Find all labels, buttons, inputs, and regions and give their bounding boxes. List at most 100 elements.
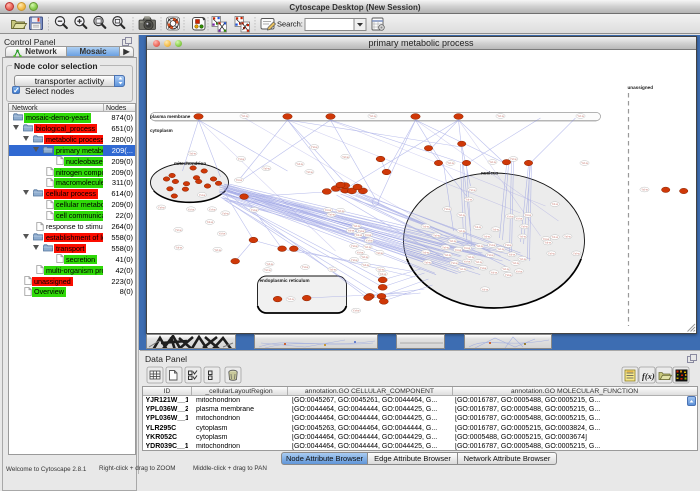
svg-text:Search:: Search: <box>277 19 303 28</box>
svg-text:Yxl-w: Yxl-w <box>488 243 495 247</box>
svg-text:Yxl-w: Yxl-w <box>444 253 451 257</box>
svg-text:Yxl-w: Yxl-w <box>214 248 221 252</box>
svg-text:Yxl-w: Yxl-w <box>519 257 526 261</box>
svg-text:Yxl-w: Yxl-w <box>467 255 474 259</box>
svg-text:Yxl-w: Yxl-w <box>365 239 372 243</box>
svg-text:Yxl-w: Yxl-w <box>352 309 359 313</box>
svg-text:Yxl-w: Yxl-w <box>476 244 483 248</box>
svg-text:Yxl-w: Yxl-w <box>458 213 465 217</box>
svg-text:Yxl-w: Yxl-w <box>287 297 294 301</box>
svg-text:Yxl-w: Yxl-w <box>422 225 429 229</box>
svg-text:Yxl-w: Yxl-w <box>508 253 515 257</box>
svg-text:Yxl-w: Yxl-w <box>189 152 196 156</box>
svg-text:Yxl-w: Yxl-w <box>551 235 558 239</box>
svg-text:Yxl-w: Yxl-w <box>577 114 584 118</box>
svg-text:Yxl-w: Yxl-w <box>474 225 481 229</box>
svg-text:Yxl-w: Yxl-w <box>362 263 369 267</box>
svg-text:Yxl-w: Yxl-w <box>451 261 458 265</box>
svg-text:Yxl-w: Yxl-w <box>486 253 493 257</box>
svg-text:Yxl-w: Yxl-w <box>328 213 335 217</box>
svg-text:Yxl-w: Yxl-w <box>458 229 465 233</box>
svg-text:Yxl-w: Yxl-w <box>353 224 360 228</box>
svg-text:Yxl-w: Yxl-w <box>564 235 571 239</box>
svg-text:Yxl-w: Yxl-w <box>465 198 472 202</box>
svg-text:Yxl-w: Yxl-w <box>481 287 488 291</box>
svg-text:Yxl-w: Yxl-w <box>463 246 470 250</box>
svg-text:Yxl-w: Yxl-w <box>218 232 225 236</box>
svg-text:mitochondrion: mitochondrion <box>174 161 206 166</box>
svg-text:Yxl-w: Yxl-w <box>356 250 363 254</box>
svg-text:Yxl-w: Yxl-w <box>548 251 555 255</box>
svg-text:Yxl-w: Yxl-w <box>355 233 362 237</box>
svg-text:Yxl-w: Yxl-w <box>350 258 357 262</box>
svg-text:Yxl-w: Yxl-w <box>175 228 182 232</box>
svg-text:Yxl-w: Yxl-w <box>206 220 213 224</box>
svg-text:Yxl-w: Yxl-w <box>175 246 182 250</box>
svg-text:Yxl-w: Yxl-w <box>361 255 368 259</box>
svg-text:Yxl-w: Yxl-w <box>301 265 308 269</box>
svg-text:Yxl-w: Yxl-w <box>515 269 522 273</box>
svg-text:Yxl-w: Yxl-w <box>266 262 273 266</box>
svg-text:Yxl-w: Yxl-w <box>198 193 205 197</box>
svg-text:Yxl-w: Yxl-w <box>469 188 476 192</box>
svg-text:Yxl-w: Yxl-w <box>497 247 504 251</box>
svg-text:Yxl-w: Yxl-w <box>447 161 454 165</box>
svg-text:endoplasmic reticulum: endoplasmic reticulum <box>259 278 309 283</box>
svg-text:Yxl-w: Yxl-w <box>235 178 242 182</box>
svg-text:Yxl-w: Yxl-w <box>521 225 528 229</box>
svg-text:Yxl-w: Yxl-w <box>483 235 490 239</box>
svg-text:Yxl-w: Yxl-w <box>377 268 384 272</box>
svg-text:Yxl-w: Yxl-w <box>492 227 499 231</box>
svg-text:Yxl-w: Yxl-w <box>519 235 526 239</box>
svg-text:Yxl-w: Yxl-w <box>187 207 194 211</box>
svg-text:Yxl-w: Yxl-w <box>475 260 482 264</box>
svg-text:Yxl-w: Yxl-w <box>237 157 244 161</box>
svg-text:Yxl-w: Yxl-w <box>342 155 349 159</box>
svg-text:Yxl-w: Yxl-w <box>512 261 519 265</box>
svg-text:Yxl-w: Yxl-w <box>347 229 354 233</box>
svg-text:Yxl-w: Yxl-w <box>551 202 558 206</box>
svg-text:Yxl-w: Yxl-w <box>222 211 229 215</box>
svg-text:Yxl-w: Yxl-w <box>443 207 450 211</box>
svg-text:Yxl-w: Yxl-w <box>581 161 588 165</box>
svg-text:Yxl-w: Yxl-w <box>449 239 456 243</box>
svg-text:Yxl-w: Yxl-w <box>296 162 303 166</box>
svg-text:Yxl-w: Yxl-w <box>376 251 383 255</box>
svg-text:Yxl-w: Yxl-w <box>502 267 509 271</box>
svg-text:Yxl-w: Yxl-w <box>506 214 513 218</box>
svg-text:Yxl-w: Yxl-w <box>573 251 580 255</box>
svg-text:Yxl-w: Yxl-w <box>263 166 270 170</box>
svg-text:Yxl-w: Yxl-w <box>454 248 461 252</box>
svg-text:plasma membrane: plasma membrane <box>150 114 191 119</box>
svg-text:Yxl-w: Yxl-w <box>324 208 331 212</box>
svg-text:Yxl-w: Yxl-w <box>504 243 511 247</box>
svg-text:Yxl-w: Yxl-w <box>479 266 486 270</box>
svg-text:Yxl-w: Yxl-w <box>433 233 440 237</box>
svg-text:Yxl-w: Yxl-w <box>544 241 551 245</box>
svg-text:Yxl-w: Yxl-w <box>306 170 313 174</box>
svg-text:Yxl-w: Yxl-w <box>241 114 248 118</box>
svg-text:Yxl-w: Yxl-w <box>497 114 504 118</box>
svg-text:Yxl-w: Yxl-w <box>459 267 466 271</box>
svg-text:Yxl-w: Yxl-w <box>250 208 257 212</box>
svg-text:Yxl-w: Yxl-w <box>329 268 336 272</box>
svg-text:Yxl-w: Yxl-w <box>157 206 164 210</box>
svg-text:Yxl-w: Yxl-w <box>337 209 344 213</box>
svg-text:Yxl-w: Yxl-w <box>504 273 511 277</box>
svg-text:Yxl-w: Yxl-w <box>422 250 429 254</box>
svg-text:Yxl-w: Yxl-w <box>442 245 449 249</box>
svg-text:f(x): f(x) <box>642 371 655 381</box>
svg-text:Yxl-w: Yxl-w <box>515 217 522 221</box>
svg-text:Yxl-w: Yxl-w <box>364 245 371 249</box>
svg-text:Yxl-w: Yxl-w <box>379 272 386 276</box>
svg-text:Yxl-w: Yxl-w <box>364 233 371 237</box>
svg-text:Yxl-w: Yxl-w <box>510 157 517 161</box>
svg-text:Yxl-w: Yxl-w <box>350 244 357 248</box>
svg-text:Yxl-w: Yxl-w <box>463 260 470 264</box>
svg-text:Yxl-w: Yxl-w <box>424 260 431 264</box>
svg-text:Yxl-w: Yxl-w <box>489 160 496 164</box>
svg-text:cytoplasm: cytoplasm <box>150 128 173 133</box>
svg-text:Yxl-w: Yxl-w <box>264 268 271 272</box>
svg-text:Yxl-w: Yxl-w <box>369 114 376 118</box>
svg-text:unassigned: unassigned <box>627 85 653 90</box>
